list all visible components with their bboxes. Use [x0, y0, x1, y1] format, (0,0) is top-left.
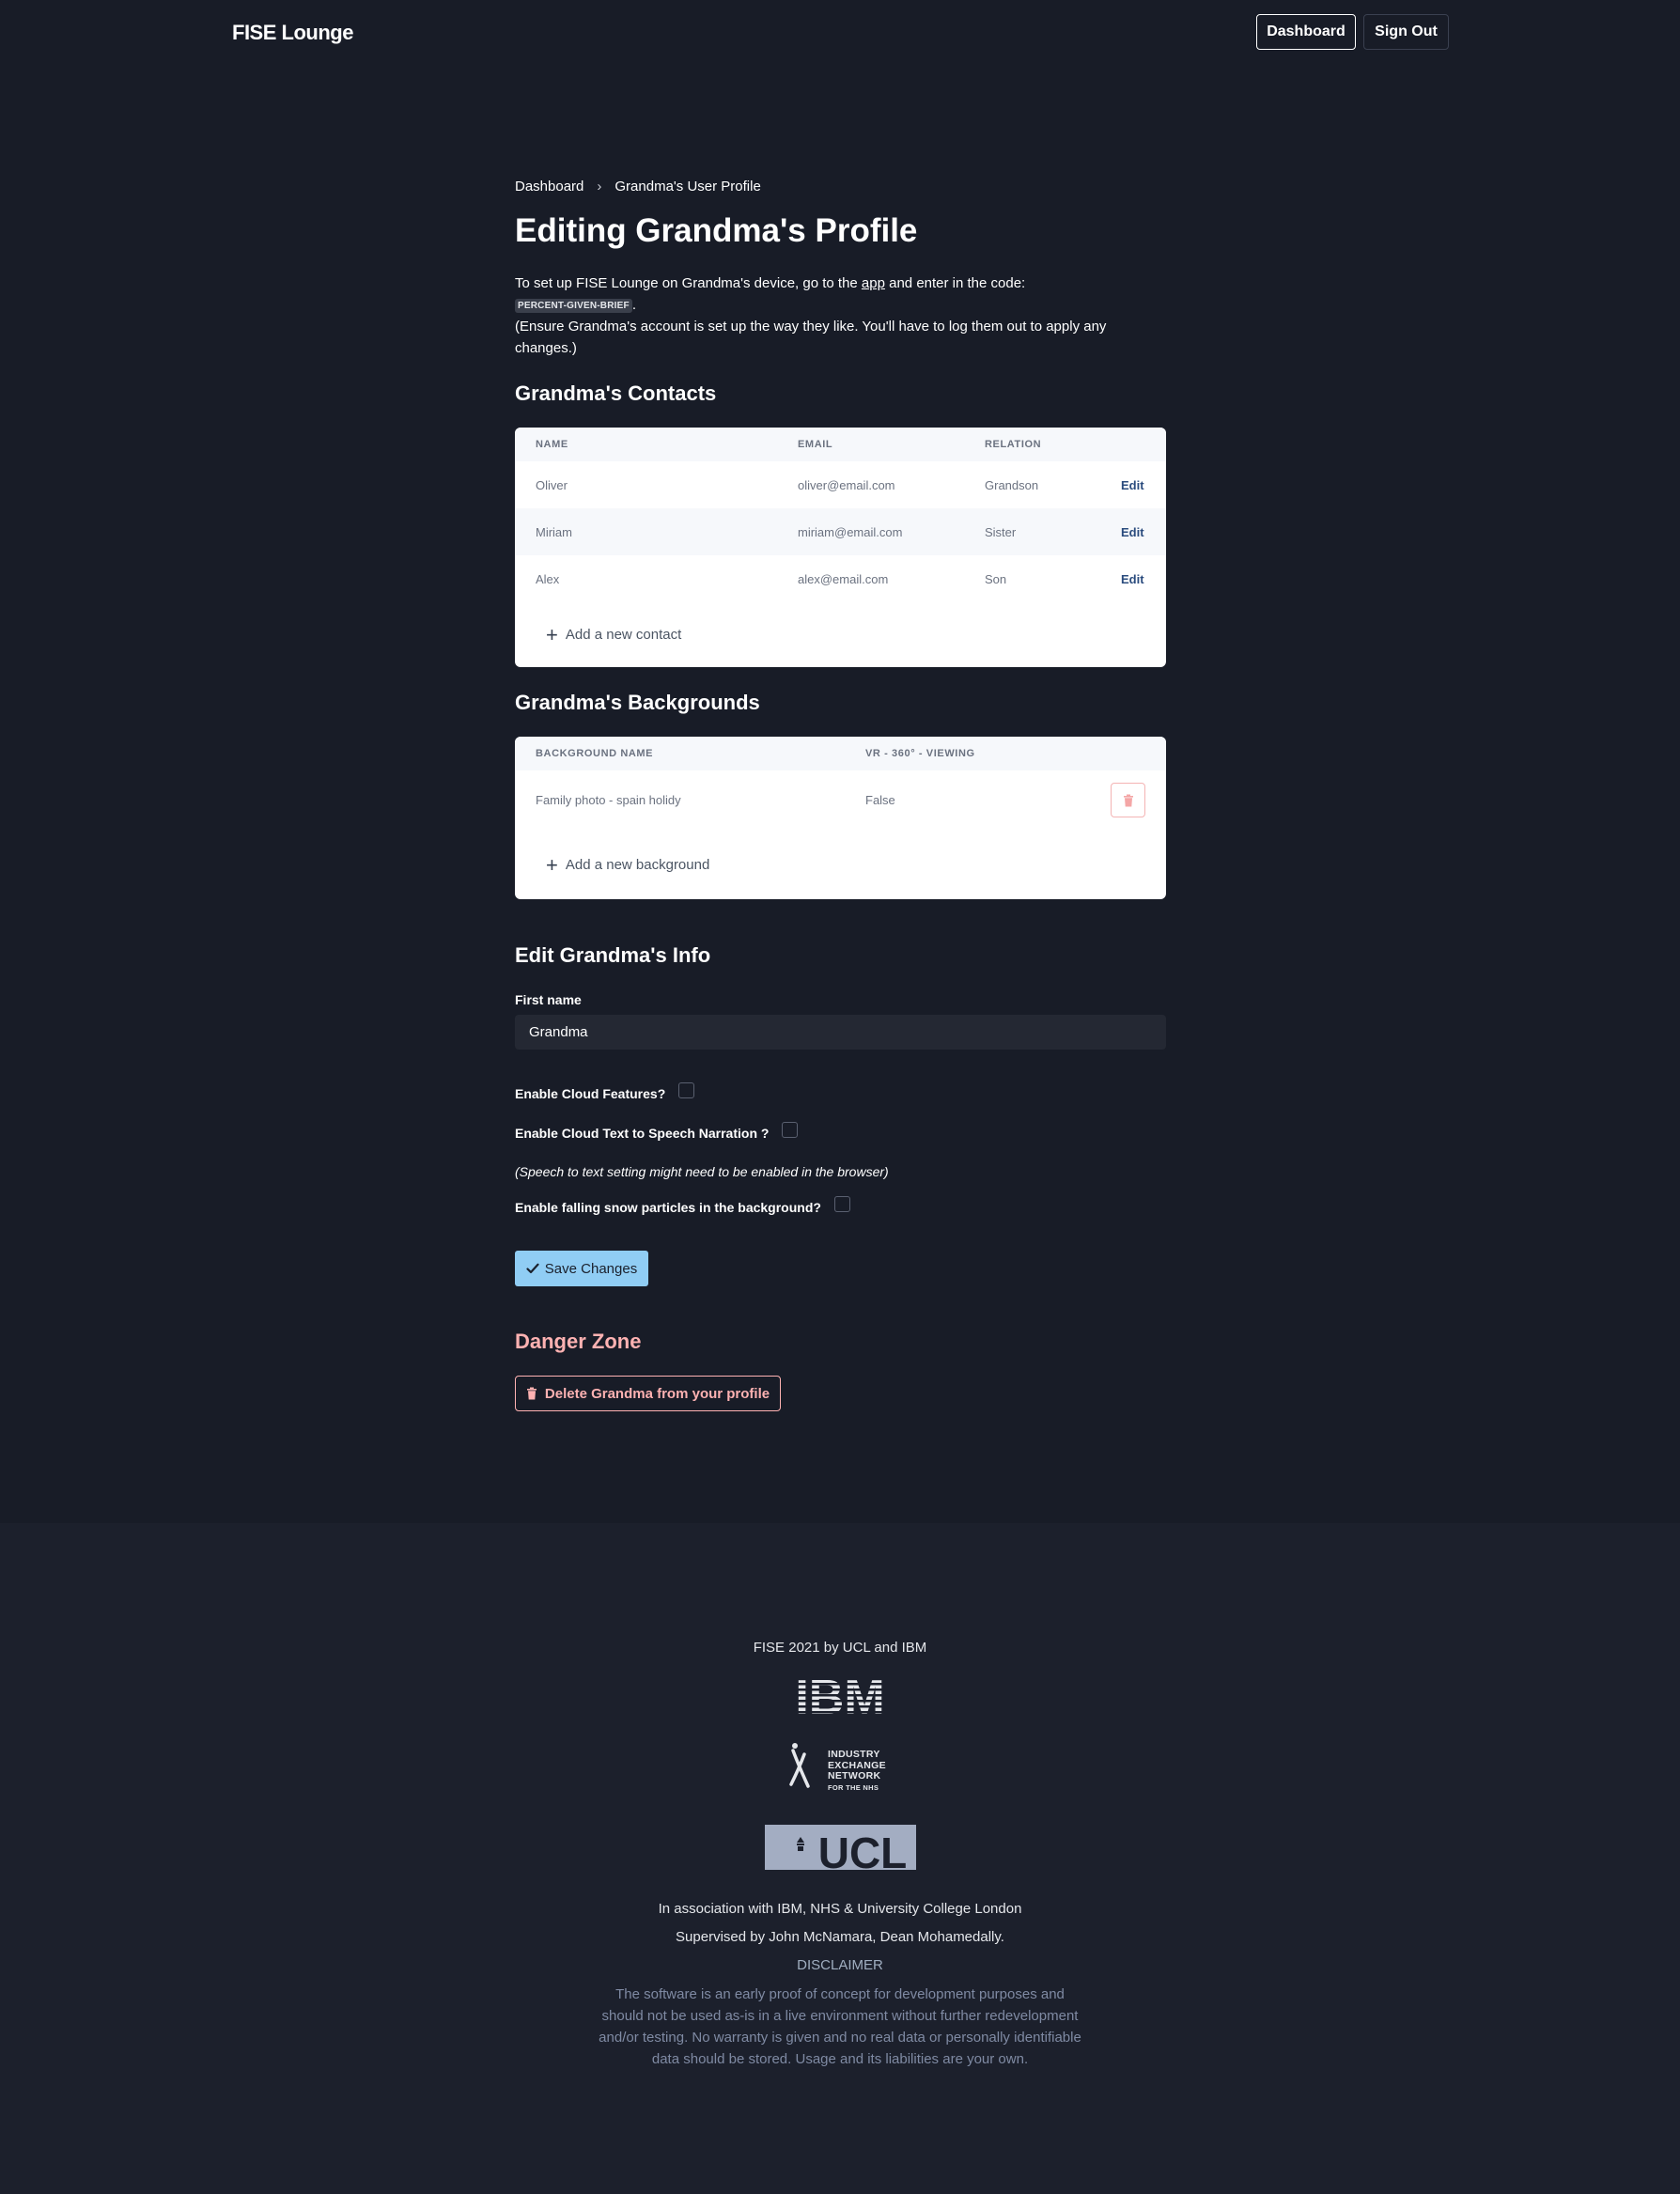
cloud-tts-label: Enable Cloud Text to Speech Narration ?: [515, 1125, 770, 1141]
contact-relation: Son: [985, 572, 1007, 586]
disclaimer-text: The software is an early proof of concep…: [599, 1986, 1081, 2067]
breadcrumb-current[interactable]: Grandma's User Profile: [614, 179, 760, 195]
ixn-nhs-logo: INDUSTRY EXCHANGE NETWORK FOR THE NHS: [787, 1741, 893, 1797]
footer-association: In association with IBM, NHS & Universit…: [658, 1901, 1022, 1917]
table-row: Miriam miriam@email.com Sister Edit: [515, 508, 1166, 555]
contact-name: Alex: [536, 572, 560, 586]
intro-text-end: and enter in the code:: [884, 275, 1026, 291]
backgrounds-heading: Grandma's Backgrounds: [515, 691, 760, 714]
dashboard-button[interactable]: Dashboard: [1256, 14, 1356, 50]
delete-background-button[interactable]: [1111, 783, 1145, 817]
add-contact-button[interactable]: + Add a new contact: [515, 602, 1166, 667]
column-header-background-name: BACKGROUND NAME: [536, 748, 654, 759]
setup-code: PERCENT-GIVEN-BRIEF: [515, 298, 632, 313]
footer-supervised: Supervised by John McNamara, Dean Mohame…: [676, 1929, 1004, 1945]
app-link[interactable]: app: [862, 275, 885, 291]
contacts-table-header: NAME EMAIL RELATION: [515, 428, 1166, 461]
tts-note: (Speech to text setting might need to be…: [515, 1164, 889, 1179]
brand-logo[interactable]: FISE Lounge: [232, 21, 353, 45]
edit-info-heading: Edit Grandma's Info: [515, 943, 711, 967]
contact-email: alex@email.com: [798, 572, 889, 586]
column-header-relation: RELATION: [985, 439, 1042, 450]
column-header-name: NAME: [536, 439, 568, 450]
cloud-tts-option: Enable Cloud Text to Speech Narration ?: [515, 1122, 799, 1141]
footer: FISE 2021 by UCL and IBM IBM INDUSTRY EX…: [0, 1523, 1680, 2194]
edit-contact-button[interactable]: Edit: [1121, 525, 1144, 539]
footer-credit: FISE 2021 by UCL and IBM: [753, 1640, 927, 1656]
ibm-logo: IBM: [785, 1671, 895, 1725]
svg-text:UCL: UCL: [818, 1828, 908, 1870]
breadcrumb-dashboard-link[interactable]: Dashboard: [515, 179, 583, 195]
save-changes-button[interactable]: Save Changes: [515, 1251, 648, 1286]
ixn-line-1: INDUSTRY: [828, 1749, 880, 1760]
trash-icon: [1123, 794, 1133, 806]
first-name-input[interactable]: [515, 1015, 1166, 1050]
contact-relation: Sister: [985, 525, 1017, 539]
delete-profile-button[interactable]: Delete Grandma from your profile: [515, 1376, 781, 1411]
breadcrumb-separator: ›: [597, 179, 602, 195]
background-vr-value: False: [865, 793, 895, 807]
ixn-line-3: NETWORK: [828, 1770, 881, 1782]
contacts-heading: Grandma's Contacts: [515, 381, 717, 405]
contact-relation: Grandson: [985, 478, 1039, 492]
trash-icon: [526, 1387, 537, 1400]
delete-profile-label: Delete Grandma from your profile: [544, 1385, 770, 1402]
snow-particles-label: Enable falling snow particles in the bac…: [515, 1199, 821, 1215]
plus-icon: +: [546, 622, 558, 646]
breadcrumb: Dashboard › Grandma's User Profile: [515, 179, 761, 195]
sign-out-button[interactable]: Sign Out: [1363, 14, 1449, 50]
intro-note: (Ensure Grandma's account is set up the …: [515, 319, 1107, 356]
intro-text-start: To set up FISE Lounge on Grandma's devic…: [515, 275, 862, 291]
add-contact-label: Add a new contact: [565, 627, 682, 643]
danger-zone-heading: Danger Zone: [515, 1330, 642, 1353]
setup-instructions: To set up FISE Lounge on Grandma's devic…: [515, 272, 1166, 359]
snow-particles-option: Enable falling snow particles in the bac…: [515, 1196, 850, 1215]
column-header-vr-viewing: VR - 360° - VIEWING: [865, 748, 975, 759]
first-name-label: First name: [515, 992, 582, 1007]
top-navbar: FISE Lounge Dashboard Sign Out: [0, 0, 1680, 66]
snow-particles-checkbox[interactable]: [833, 1196, 850, 1212]
cloud-tts-checkbox[interactable]: [782, 1122, 799, 1138]
check-icon: [526, 1263, 539, 1274]
edit-contact-button[interactable]: Edit: [1121, 478, 1144, 492]
plus-icon: +: [546, 852, 558, 877]
cloud-features-checkbox[interactable]: [678, 1082, 695, 1098]
add-background-label: Add a new background: [565, 857, 710, 873]
ucl-logo: UCL: [765, 1825, 916, 1870]
table-row: Oliver oliver@email.com Grandson Edit: [515, 461, 1166, 508]
backgrounds-table-header: BACKGROUND NAME VR - 360° - VIEWING: [515, 737, 1166, 770]
edit-contact-button[interactable]: Edit: [1121, 572, 1144, 586]
code-suffix: .: [631, 297, 636, 313]
contacts-table: NAME EMAIL RELATION Oliver oliver@email.…: [515, 428, 1166, 667]
table-row: Alex alex@email.com Son Edit: [515, 555, 1166, 602]
disclaimer-title: DISCLAIMER: [797, 1957, 883, 1973]
contact-name: Miriam: [536, 525, 572, 539]
ixn-line-4: FOR THE NHS: [828, 1782, 879, 1792]
table-row: Family photo - spain holidy False: [515, 770, 1166, 831]
cloud-features-option: Enable Cloud Features?: [515, 1082, 695, 1101]
add-background-button[interactable]: + Add a new background: [515, 831, 1166, 899]
contact-email: miriam@email.com: [798, 525, 903, 539]
contact-email: oliver@email.com: [798, 478, 895, 492]
cloud-features-label: Enable Cloud Features?: [515, 1085, 666, 1101]
column-header-email: EMAIL: [798, 439, 833, 450]
backgrounds-table: BACKGROUND NAME VR - 360° - VIEWING Fami…: [515, 737, 1166, 899]
page-title: Editing Grandma's Profile: [515, 212, 918, 249]
background-name: Family photo - spain holidy: [536, 793, 681, 807]
contact-name: Oliver: [536, 478, 568, 492]
save-changes-label: Save Changes: [544, 1260, 638, 1277]
